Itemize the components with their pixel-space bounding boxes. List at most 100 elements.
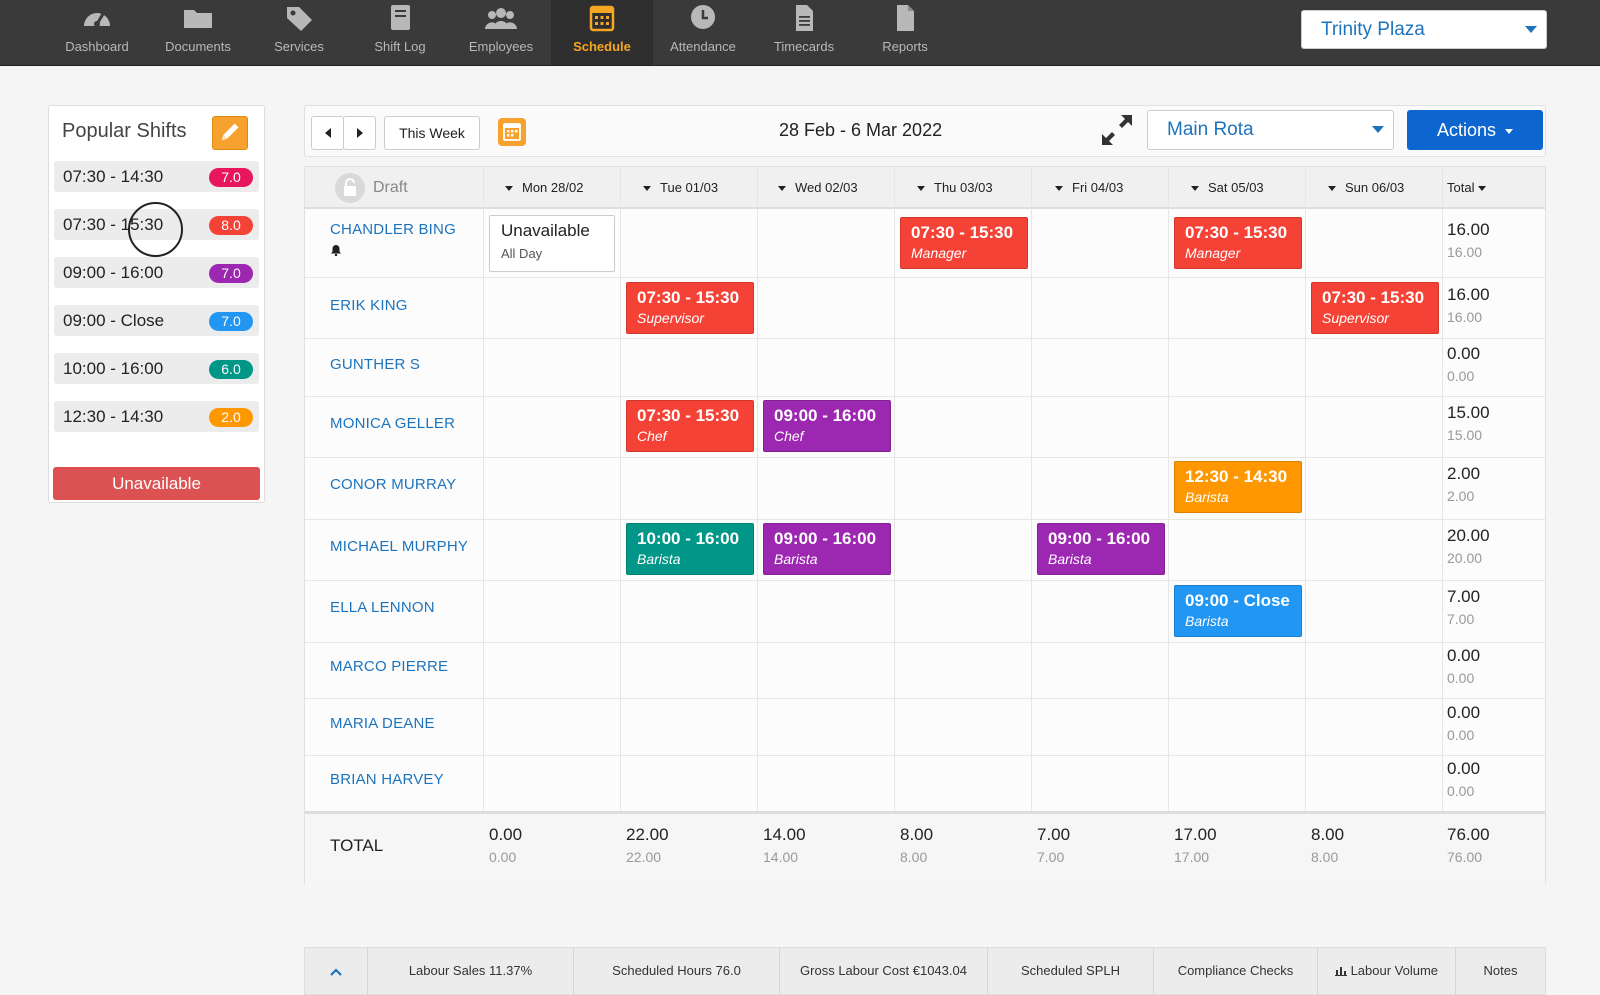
nav-attendance[interactable]: Attendance <box>652 0 754 65</box>
hours-badge: 7.0 <box>209 312 253 331</box>
employee-name[interactable]: MICHAEL MURPHY <box>330 538 468 555</box>
shift-block[interactable]: 09:00 - 16:00 Barista <box>1037 523 1165 575</box>
calendar-picker-button[interactable] <box>498 118 526 146</box>
footer-compliance-checks[interactable]: Compliance Checks <box>1153 948 1317 995</box>
unavailable-button[interactable]: Unavailable <box>53 467 260 500</box>
footer-gross-labour-cost[interactable]: Gross Labour Cost €1043.04 <box>779 948 987 995</box>
shift-time: 07:30 - 15:30 <box>1322 288 1425 307</box>
caret-down-icon <box>1191 186 1199 192</box>
row-total: 7.00 <box>1447 587 1481 606</box>
dashboard-icon <box>84 13 110 27</box>
employee-name[interactable]: MARIA DEANE <box>330 715 435 732</box>
shift-block[interactable]: 10:00 - 16:00 Barista <box>626 523 754 575</box>
nav-services[interactable]: Services <box>248 0 350 65</box>
shift-role: Supervisor <box>637 310 704 326</box>
actions-button[interactable]: Actions <box>1407 110 1543 150</box>
prev-week-button[interactable] <box>311 116 344 150</box>
draft-label: Draft <box>373 179 408 197</box>
total-header[interactable]: Total <box>1447 167 1487 209</box>
row-total-sub: 2.00 <box>1447 488 1475 504</box>
day-header[interactable]: Tue 01/03 <box>643 167 718 209</box>
shift-block[interactable]: 07:30 - 15:30 Supervisor <box>1311 282 1439 334</box>
employee-name[interactable]: MARCO PIERRE <box>330 658 448 675</box>
nav-reports[interactable]: Reports <box>854 0 956 65</box>
row-total: 15.00 <box>1447 403 1490 422</box>
unavailable-title: Unavailable <box>501 221 590 240</box>
unavailable-entry[interactable]: Unavailable All Day <box>489 215 615 272</box>
shift-block[interactable]: 09:00 - Close Barista <box>1174 585 1302 637</box>
shift-block[interactable]: 07:30 - 15:30 Chef <box>626 400 754 452</box>
next-week-button[interactable] <box>343 116 376 150</box>
employee-name[interactable]: GUNTHER S <box>330 356 420 373</box>
row-total: 0.00 <box>1447 646 1481 665</box>
footer-labour-volume[interactable]: Labour Volume <box>1317 948 1455 995</box>
shift-role: Barista <box>1185 613 1229 629</box>
nav-timecards[interactable]: Timecards <box>753 0 855 65</box>
employee-name[interactable]: ELLA LENNON <box>330 599 435 616</box>
day-header[interactable]: Mon 28/02 <box>505 167 583 209</box>
shift-block[interactable]: 07:30 - 15:30 Manager <box>1174 217 1302 269</box>
location-select[interactable]: Trinity Plaza <box>1301 10 1547 49</box>
nav-shift-log[interactable]: Shift Log <box>349 0 451 65</box>
nav-employees[interactable]: Employees <box>450 0 552 65</box>
footer-scheduled-splh[interactable]: Scheduled SPLH <box>987 948 1153 995</box>
hours-badge: 2.0 <box>209 408 253 427</box>
shift-block[interactable]: 07:30 - 15:30 Supervisor <box>626 282 754 334</box>
shift-time: 10:00 - 16:00 <box>637 529 740 548</box>
row-total-sub: 16.00 <box>1447 309 1483 325</box>
day-header[interactable]: Wed 02/03 <box>778 167 858 209</box>
schedule-grid: Draft Mon 28/02 Tue 01/03 Wed 02/03 Thu … <box>304 166 1546 885</box>
popular-shift[interactable]: 10:00 - 16:00 6.0 <box>54 353 259 384</box>
shift-time: 09:00 - 16:00 <box>63 263 164 282</box>
popular-shift[interactable]: 12:30 - 14:30 2.0 <box>54 401 259 432</box>
shift-block[interactable]: 12:30 - 14:30 Barista <box>1174 461 1302 513</box>
shift-block[interactable]: 09:00 - 16:00 Chef <box>763 400 891 452</box>
row-total-sub: 16.00 <box>1447 244 1483 260</box>
popular-shift[interactable]: 09:00 - Close 7.0 <box>54 305 259 336</box>
rota-select[interactable]: Main Rota <box>1147 110 1394 150</box>
popular-shift[interactable]: 07:30 - 14:30 7.0 <box>54 161 259 192</box>
footer-scheduled-hours[interactable]: Scheduled Hours 76.0 <box>573 948 779 995</box>
clock-icon <box>691 5 715 29</box>
employee-name[interactable]: ERIK KING <box>330 297 408 314</box>
day-header[interactable]: Thu 03/03 <box>917 167 993 209</box>
footer-notes[interactable]: Notes <box>1455 948 1545 995</box>
hours-badge: 7.0 <box>209 168 253 187</box>
actions-label: Actions <box>1436 120 1496 140</box>
row-divider <box>305 396 1545 397</box>
shift-block[interactable]: 09:00 - 16:00 Barista <box>763 523 891 575</box>
nav-label: Employees <box>468 39 534 54</box>
cursor-highlight <box>128 202 183 257</box>
shift-role: Barista <box>1185 489 1229 505</box>
shift-role: Barista <box>774 551 818 567</box>
collapse-footer-button[interactable] <box>305 948 367 995</box>
shift-role: Chef <box>637 428 667 444</box>
employee-name[interactable]: CONOR MURRAY <box>330 476 456 493</box>
employee-name[interactable]: CHANDLER BING <box>330 221 456 238</box>
day-label: Sun 06/03 <box>1345 180 1405 195</box>
shift-time: 09:00 - Close <box>1185 591 1290 610</box>
nav-documents[interactable]: Documents <box>147 0 249 65</box>
lock-icon <box>335 173 365 203</box>
panel-title: Popular Shifts <box>62 120 187 142</box>
day-header[interactable]: Sun 06/03 <box>1328 167 1404 209</box>
popular-shift[interactable]: 09:00 - 16:00 7.0 <box>54 257 259 288</box>
employee-name[interactable]: MONICA GELLER <box>330 415 455 432</box>
day-header[interactable]: Sat 05/03 <box>1191 167 1264 209</box>
nav-dashboard[interactable]: Dashboard <box>46 0 148 65</box>
expand-icon[interactable] <box>1099 112 1135 148</box>
hours-badge: 7.0 <box>209 264 253 283</box>
shift-role: Chef <box>774 428 804 444</box>
row-total: 16.00 <box>1447 220 1490 239</box>
this-week-button[interactable]: This Week <box>384 116 480 150</box>
labour-footer: Labour Sales 11.37% Scheduled Hours 76.0… <box>304 947 1546 995</box>
row-total: 0.00 <box>1447 703 1481 722</box>
nav-label: Shift Log <box>374 39 426 54</box>
edit-button[interactable] <box>212 116 248 150</box>
footer-labour-sales[interactable]: Labour Sales 11.37% <box>367 948 573 995</box>
nav-schedule[interactable]: Schedule <box>551 0 653 65</box>
shift-block[interactable]: 07:30 - 15:30 Manager <box>900 217 1028 269</box>
day-header[interactable]: Fri 04/03 <box>1055 167 1123 209</box>
employee-name[interactable]: BRIAN HARVEY <box>330 771 444 788</box>
shift-time: 09:00 - 16:00 <box>774 406 877 425</box>
